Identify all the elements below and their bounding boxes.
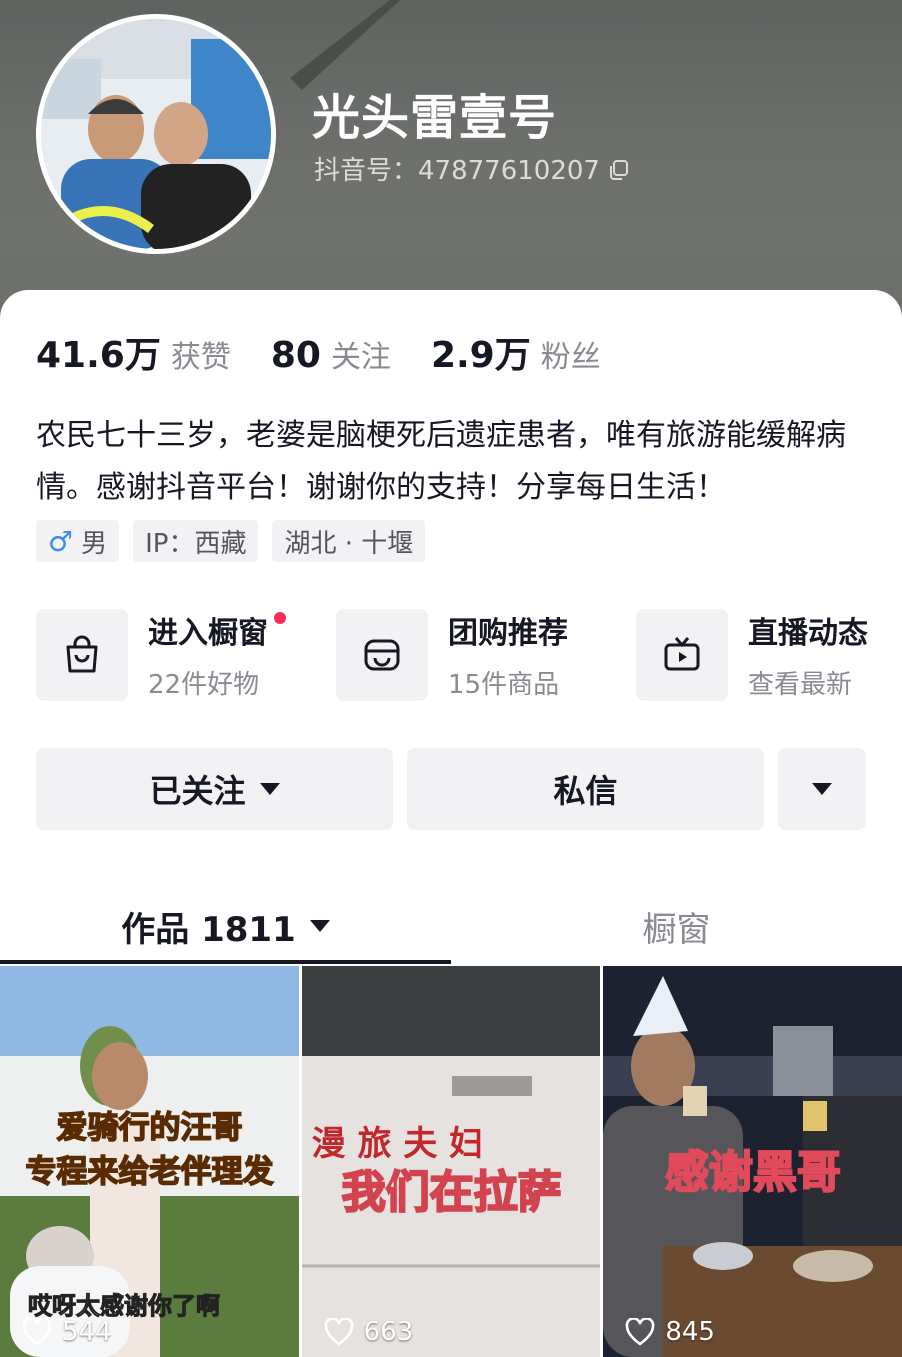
bio-text: 农民七十三岁，老婆是脑梗死后遗症患者，唯有旅游能缓解病情。感谢抖音平台！谢谢你的…	[36, 418, 846, 505]
video-subtitle: 哎呀太感谢你了啊	[28, 1292, 221, 1321]
message-button-label: 私信	[553, 773, 618, 809]
video-likes: 663	[324, 1317, 414, 1347]
tag-location-label: 湖北 · 十堰	[284, 528, 414, 559]
tag-location: 湖北 · 十堰	[272, 520, 426, 562]
service-live-title: 直播动态	[748, 616, 868, 651]
stat-following[interactable]: 80 关注	[271, 332, 391, 376]
stat-followers-number: 2.9万	[430, 335, 531, 376]
stat-likes[interactable]: 41.6万 获赞	[36, 326, 231, 378]
group-buy-icon	[336, 608, 428, 701]
avatar-photo	[41, 19, 271, 249]
heart-icon	[626, 1318, 655, 1346]
video-likes: 845	[625, 1317, 715, 1347]
shopping-bag-icon	[36, 608, 128, 701]
dropdown-arrow-icon	[812, 783, 832, 795]
video-thumbnail[interactable]: 漫 旅 夫 妇 我们在拉萨 663	[301, 966, 601, 1357]
stats-row: 41.6万 获赞 80 关注 2.9万 粉丝	[36, 326, 641, 378]
stat-following-number: 80	[270, 335, 321, 376]
tag-ip-label: IP：西藏	[145, 528, 247, 559]
douyin-id[interactable]: 抖音号：47877610207	[314, 150, 630, 187]
video-grid: 爱骑行的汪哥 专程来给老伴理发 哎呀太感谢你了啊 544 漫 旅 夫 妇 我们在…	[0, 966, 902, 1357]
tab-dropdown-arrow-icon	[309, 920, 330, 932]
video-likes: 544	[22, 1317, 112, 1347]
tab-works[interactable]: 作品 1811	[0, 886, 451, 966]
video-caption: 专程来给老伴理发	[25, 1153, 275, 1191]
service-group-buy[interactable]: 团购推荐 15件商品	[336, 608, 636, 701]
following-button-label: 已关注	[149, 773, 246, 809]
stat-followers-label: 粉丝	[540, 340, 601, 375]
video-caption: 感谢黑哥	[664, 1146, 842, 1199]
stat-likes-number: 41.6万	[36, 335, 161, 376]
stat-likes-label: 获赞	[170, 340, 231, 375]
video-thumbnail[interactable]: 感谢黑哥 845	[603, 966, 902, 1357]
cover-photo-pier	[290, 0, 400, 90]
action-buttons: 已关注 私信	[36, 748, 866, 830]
tag-gender-label: 男	[81, 528, 108, 559]
service-live[interactable]: 直播动态 查看最新	[636, 608, 902, 701]
service-shop-window[interactable]: 进入橱窗 22件好物	[36, 608, 336, 701]
notification-dot	[274, 612, 286, 624]
nickname: 光头雷壹号	[312, 90, 558, 146]
services-row: 进入橱窗 22件好物 团购推荐 15件商品 直播动态 查看最新	[36, 608, 902, 701]
dropdown-arrow-icon	[259, 783, 280, 795]
douyin-id-text: 抖音号：47877610207	[314, 156, 600, 186]
video-likes-count: 845	[665, 1317, 715, 1347]
service-group-buy-sub: 15件商品	[448, 670, 560, 700]
message-button[interactable]: 私信	[407, 748, 764, 830]
tab-active-indicator	[0, 960, 451, 964]
video-likes-count: 544	[62, 1317, 112, 1347]
profile-card: 41.6万 获赞 80 关注 2.9万 粉丝 农民七十三岁，老婆是脑梗死后遗症患…	[0, 290, 902, 1357]
service-live-sub: 查看最新	[748, 670, 853, 700]
video-caption: 爱骑行的汪哥	[56, 1109, 244, 1147]
heart-icon	[324, 1318, 353, 1346]
more-button[interactable]	[778, 748, 866, 830]
tab-shop-window-label: 橱窗	[642, 909, 711, 950]
service-live-text: 直播动态 查看最新	[748, 608, 868, 701]
heart-icon	[22, 1318, 52, 1346]
tab-shop-window[interactable]: 橱窗	[451, 886, 902, 966]
stat-followers[interactable]: 2.9万 粉丝	[431, 326, 601, 378]
service-shop-window-title: 进入橱窗	[148, 616, 268, 651]
tag-ip: IP：西藏	[133, 520, 259, 562]
video-thumbnail[interactable]: 爱骑行的汪哥 专程来给老伴理发 哎呀太感谢你了啊 544	[0, 966, 299, 1357]
content-tabs: 作品 1811 橱窗	[0, 886, 902, 966]
service-shop-window-sub: 22件好物	[148, 670, 260, 700]
video-caption: 我们在拉萨	[341, 1166, 563, 1219]
tag-gender: ♂ 男	[36, 520, 120, 562]
stat-following-label: 关注	[330, 340, 391, 375]
service-shop-window-text: 进入橱窗 22件好物	[148, 608, 286, 701]
following-button[interactable]: 已关注	[36, 748, 393, 830]
copy-icon[interactable]	[608, 158, 630, 180]
service-group-buy-text: 团购推荐 15件商品	[448, 608, 568, 701]
tag-row: ♂ 男 IP：西藏 湖北 · 十堰	[36, 520, 426, 562]
live-tv-icon	[636, 608, 728, 701]
service-group-buy-title: 团购推荐	[448, 616, 568, 651]
video-likes-count: 663	[363, 1317, 414, 1347]
male-icon: ♂	[48, 524, 74, 558]
avatar[interactable]	[36, 14, 276, 254]
tab-works-label: 作品 1811	[121, 909, 296, 950]
